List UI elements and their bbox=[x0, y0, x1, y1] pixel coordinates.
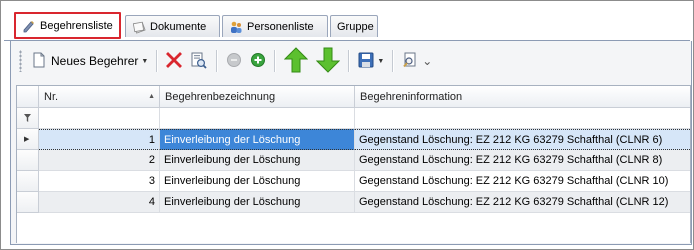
tab-dokumente[interactable]: Dokumente bbox=[125, 15, 220, 37]
cell-information[interactable]: Gegenstand Löschung: EZ 212 KG 63279 Sch… bbox=[355, 150, 690, 171]
current-row-arrow-icon: ▶ bbox=[24, 136, 30, 143]
move-down-button[interactable] bbox=[313, 47, 343, 76]
toolbar-separator bbox=[274, 50, 277, 72]
column-header-information[interactable]: Begehreninformation bbox=[355, 86, 690, 108]
people-icon bbox=[229, 20, 243, 34]
preview-button[interactable] bbox=[187, 48, 211, 74]
cell-nr[interactable]: 1 bbox=[39, 129, 160, 150]
tab-label: Personenliste bbox=[247, 20, 314, 33]
cell-bezeichnung[interactable]: Einverleibung der Löschung bbox=[160, 192, 355, 213]
toolbar-separator bbox=[392, 50, 395, 72]
save-button[interactable]: ▼ bbox=[355, 48, 387, 74]
add-button[interactable] bbox=[247, 48, 269, 74]
filter-row bbox=[17, 108, 690, 129]
table-row[interactable]: 2 Einverleibung der Löschung Gegenstand … bbox=[17, 150, 690, 171]
filter-cell-nr[interactable] bbox=[39, 108, 160, 129]
toolbar-grip[interactable] bbox=[19, 50, 22, 72]
search-document-icon bbox=[402, 52, 418, 71]
delete-icon bbox=[166, 51, 183, 71]
column-header-label: Begehreninformation bbox=[360, 90, 463, 103]
cell-nr[interactable]: 2 bbox=[39, 150, 160, 171]
move-up-button[interactable] bbox=[281, 46, 311, 76]
new-begehrer-button[interactable]: Neues Begehrer ▼ bbox=[29, 48, 151, 74]
delete-button[interactable] bbox=[163, 48, 185, 74]
chevron-down-icon: ⌄ bbox=[422, 54, 433, 68]
disabled-action-button[interactable] bbox=[223, 48, 245, 74]
column-header-bezeichnung[interactable]: Begehrenbezeichnung bbox=[160, 86, 355, 108]
tab-gruppe[interactable]: Gruppe bbox=[330, 15, 378, 37]
table-row[interactable]: ▶ 1 Einverleibung der Löschung Gegenstan… bbox=[17, 129, 690, 150]
tab-label: Dokumente bbox=[150, 20, 207, 33]
tab-strip: Begehrensliste Dokumente Personenliste G… bbox=[4, 10, 690, 41]
arrow-down-icon bbox=[316, 47, 341, 76]
tab-panel: Neues Begehrer ▼ ▼ ⌄ Nr. ▲ Begehrenbezei… bbox=[10, 41, 692, 245]
disabled-circle-icon bbox=[226, 52, 242, 71]
cell-nr[interactable]: 3 bbox=[39, 171, 160, 192]
dropdown-arrow-icon: ▼ bbox=[141, 57, 149, 65]
documents-icon bbox=[132, 20, 146, 34]
sort-ascending-icon: ▲ bbox=[148, 93, 155, 100]
add-circle-icon bbox=[250, 52, 266, 71]
table-row[interactable]: 4 Einverleibung der Löschung Gegenstand … bbox=[17, 192, 690, 213]
toolbar: Neues Begehrer ▼ ▼ ⌄ bbox=[16, 43, 688, 79]
preview-icon bbox=[190, 51, 208, 72]
row-indicator: ▶ bbox=[17, 129, 39, 150]
new-document-icon bbox=[32, 52, 46, 71]
column-header-label: Begehrenbezeichnung bbox=[165, 90, 276, 103]
table-row[interactable]: 3 Einverleibung der Löschung Gegenstand … bbox=[17, 171, 690, 192]
tab-label: Begehrensliste bbox=[40, 19, 113, 32]
cell-information[interactable]: Gegenstand Löschung: EZ 212 KG 63279 Sch… bbox=[355, 192, 690, 213]
filter-row-indicator bbox=[17, 108, 39, 129]
row-indicator bbox=[17, 192, 39, 213]
cell-nr[interactable]: 4 bbox=[39, 192, 160, 213]
toolbar-separator bbox=[156, 50, 159, 72]
cell-information[interactable]: Gegenstand Löschung: EZ 212 KG 63279 Sch… bbox=[355, 129, 690, 150]
filter-cell-information[interactable] bbox=[355, 108, 690, 129]
filter-cell-bezeichnung[interactable] bbox=[160, 108, 355, 129]
list-pencil-icon bbox=[22, 19, 36, 33]
cell-bezeichnung[interactable]: Einverleibung der Löschung bbox=[160, 150, 355, 171]
tab-label: Gruppe bbox=[337, 20, 374, 33]
begehren-grid: Nr. ▲ Begehrenbezeichnung Begehreninform… bbox=[16, 85, 691, 243]
row-indicator bbox=[17, 150, 39, 171]
new-begehrer-label: Neues Begehrer bbox=[51, 54, 139, 68]
tab-begehrensliste[interactable]: Begehrensliste bbox=[14, 12, 121, 39]
toolbar-separator bbox=[348, 50, 351, 72]
toolbar-separator bbox=[216, 50, 219, 72]
arrow-up-icon bbox=[284, 46, 309, 76]
save-icon bbox=[358, 52, 374, 71]
cell-bezeichnung[interactable]: Einverleibung der Löschung bbox=[160, 129, 355, 150]
grid-corner-header bbox=[17, 86, 39, 108]
filter-icon bbox=[24, 113, 31, 125]
search-document-button[interactable]: ⌄ bbox=[399, 48, 435, 74]
cell-bezeichnung[interactable]: Einverleibung der Löschung bbox=[160, 171, 355, 192]
cell-information[interactable]: Gegenstand Löschung: EZ 212 KG 63279 Sch… bbox=[355, 171, 690, 192]
dropdown-arrow-icon: ▼ bbox=[377, 57, 385, 65]
row-indicator bbox=[17, 171, 39, 192]
column-header-label: Nr. bbox=[44, 90, 59, 103]
column-header-nr[interactable]: Nr. ▲ bbox=[39, 86, 160, 108]
tab-personenliste[interactable]: Personenliste bbox=[222, 15, 328, 37]
